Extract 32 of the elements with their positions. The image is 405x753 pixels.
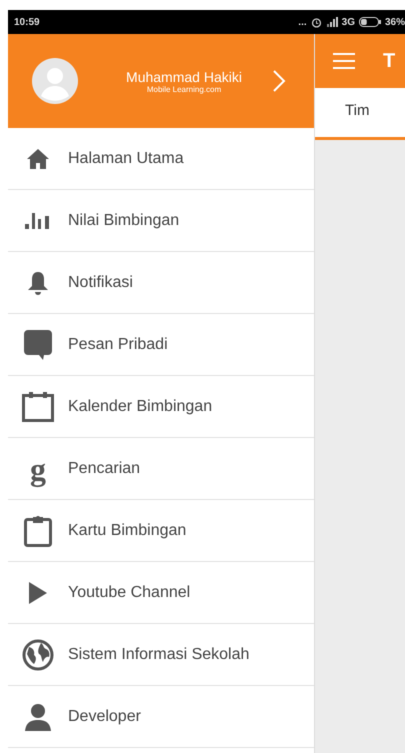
menu-item[interactable]: g Pencarian xyxy=(8,438,314,500)
alarm-icon xyxy=(310,16,322,28)
user-name: Muhammad Hakiki xyxy=(126,68,242,84)
menu-item[interactable]: Youtube Channel xyxy=(8,562,314,624)
menu-item[interactable]: Developer xyxy=(8,686,314,748)
network-type-text: 3G xyxy=(342,16,355,28)
home-icon xyxy=(27,148,49,168)
more-notifications-text: ... xyxy=(298,16,307,28)
battery-icon xyxy=(358,17,381,27)
person-icon xyxy=(25,702,51,730)
menu-item[interactable]: Sistem Informasi Sekolah xyxy=(8,624,314,686)
menu-icon[interactable] xyxy=(333,53,355,69)
globe-icon xyxy=(22,638,54,670)
bell-icon xyxy=(26,270,50,294)
menu-item[interactable]: Nilai Bimbingan xyxy=(8,190,314,252)
menu-item[interactable]: Kartu Bimbingan xyxy=(8,500,314,562)
user-subtitle: Mobile Learning.com xyxy=(146,84,222,94)
menu-item[interactable]: Notifikasi xyxy=(8,252,314,314)
menu-item[interactable]: Kalender Bimbingan xyxy=(8,376,314,438)
clock-text: 10:59 xyxy=(14,16,40,28)
avatar-icon xyxy=(32,58,78,104)
signal-icon xyxy=(326,17,338,27)
calendar-icon xyxy=(22,392,54,422)
chat-bubble-icon xyxy=(24,330,52,360)
play-icon xyxy=(29,582,47,604)
menu-item[interactable]: Halaman Utama xyxy=(8,128,314,190)
app-title: T xyxy=(383,50,396,72)
battery-percent-text: 36% xyxy=(384,16,405,28)
menu-item[interactable]: Pesan Pribadi xyxy=(8,314,314,376)
clipboard-icon xyxy=(24,514,52,546)
chevron-right-icon[interactable] xyxy=(272,69,286,93)
bar-chart-icon xyxy=(25,212,51,228)
